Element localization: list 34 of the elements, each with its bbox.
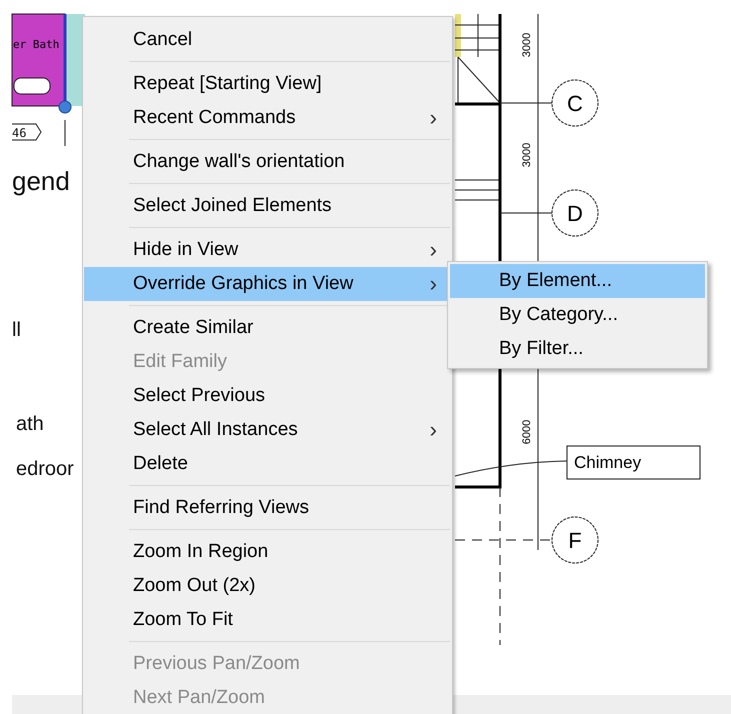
submenu-arrow: › — [430, 104, 437, 132]
menu-item[interactable]: By Filter... — [450, 332, 705, 366]
submenu-arrow: › — [430, 416, 437, 444]
menu-item[interactable]: Recent Commands › — [84, 101, 451, 135]
room-label: ath — [16, 413, 44, 435]
submenu-arrow: › — [430, 236, 437, 264]
menu-item[interactable]: Repeat [Starting View] — [84, 67, 451, 101]
menu-item[interactable]: Select Previous — [84, 379, 451, 413]
chimney-tag: Chimney — [566, 446, 700, 480]
menu-item[interactable]: Delete — [84, 447, 451, 481]
dimension-text: 3000 — [521, 142, 533, 168]
room-label: 46 — [12, 126, 26, 140]
menu-item[interactable]: By Category... — [450, 298, 705, 332]
menu-item[interactable]: Change wall's orientation — [84, 145, 451, 179]
room-label: edroor — [16, 458, 74, 480]
submenu-arrow: › — [430, 270, 437, 298]
grid-bubble: C — [552, 80, 598, 126]
menu-item[interactable]: Select All Instances › — [84, 413, 451, 447]
menu-item[interactable]: Create Similar — [84, 311, 451, 345]
menu-item[interactable]: Find Referring Views — [84, 491, 451, 525]
room-label: gend — [12, 166, 70, 196]
grid-bubble: F — [552, 516, 598, 564]
menu-item[interactable]: By Element... — [450, 264, 705, 298]
menu-item[interactable]: Zoom In Region — [84, 535, 451, 569]
dimension-text: 3000 — [521, 32, 533, 58]
menu-item[interactable]: Select Joined Elements — [84, 189, 451, 223]
menu-item[interactable]: Zoom Out (2x) — [84, 569, 451, 603]
grid-bubble: D — [552, 190, 598, 236]
dimension-text: 6000 — [521, 420, 533, 444]
menu-item[interactable]: Hide in View › — [84, 233, 451, 267]
menu-item[interactable]: Zoom To Fit — [84, 603, 451, 637]
menu-item[interactable]: Cancel — [84, 23, 451, 57]
room-label: ll — [12, 319, 21, 341]
room-label: er Bath — [13, 38, 60, 51]
